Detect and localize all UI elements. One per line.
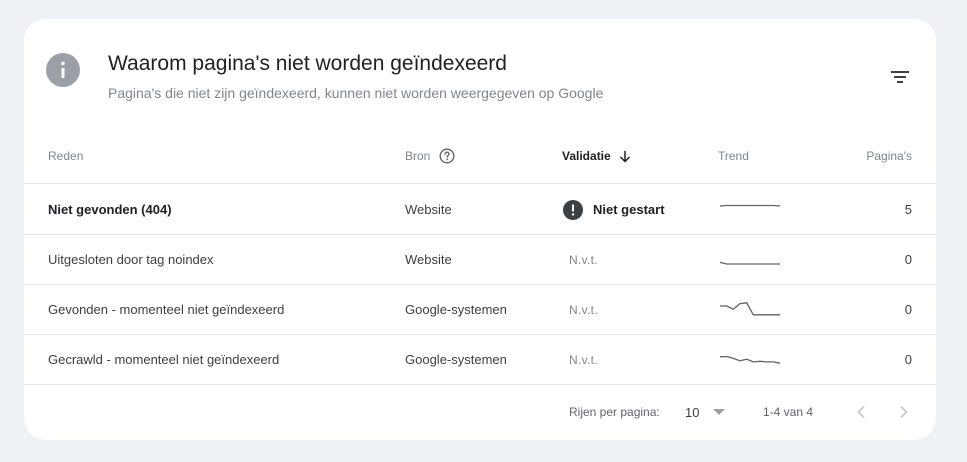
row-paginas: 0 [904,302,912,317]
row-reden: Niet gevonden (404) [48,202,172,217]
filter-button[interactable] [886,63,914,91]
table-row[interactable]: Gecrawld - momenteel niet geïndexeerd Go… [24,335,936,385]
column-header-paginas: Pagina's [866,149,912,163]
column-header-validatie-label: Validatie [562,149,611,163]
row-paginas: 0 [904,252,912,267]
row-bron: Website [405,202,452,217]
exclamation-icon [563,199,583,220]
row-paginas: 0 [904,352,912,367]
row-reden: Gevonden - momenteel niet geïndexeerd [48,302,285,317]
row-bron: Website [405,252,452,267]
column-header-bron-label: Bron [405,149,431,163]
table-row[interactable]: Gevonden - momenteel niet geïndexeerd Go… [24,285,936,335]
row-validatie-status: Niet gestart [563,185,665,234]
table-header: Reden Bron Validatie Trend Pagina's [24,137,936,184]
row-bron: Google-systemen [405,302,507,317]
column-header-reden: Reden [48,149,84,163]
arrow-down-icon [619,150,631,163]
trend-sparkline [718,235,782,284]
table-row[interactable]: Niet gevonden (404) Website Niet gestart… [24,185,936,235]
row-validatie: N.v.t. [569,252,598,267]
trend-sparkline [718,285,782,334]
rows-per-page-label: Rijen per pagina: [569,405,660,419]
previous-page-button[interactable] [849,400,873,424]
page-title: Waarom pagina's niet worden geïndexeerd [108,52,507,75]
trend-sparkline [718,185,782,234]
row-validatie: N.v.t. [569,352,598,367]
page-subtitle: Pagina's die niet zijn geïndexeerd, kunn… [108,85,604,101]
rows-per-page-value: 10 [685,404,700,420]
info-icon [46,53,80,87]
row-bron: Google-systemen [405,352,507,367]
row-paginas: 5 [904,202,912,217]
card: Waarom pagina's niet worden geïndexeerd … [24,19,936,440]
table-row[interactable]: Uitgesloten door tag noindex Website N.v… [24,235,936,285]
table-footer: Rijen per pagina: 10 1-4 van 4 [24,385,936,440]
caret-down-icon [713,409,726,415]
column-header-trend: Trend [718,149,749,163]
trend-sparkline [718,335,782,384]
column-header-bron: Bron [405,137,455,175]
row-validatie: Niet gestart [593,202,665,217]
chevron-left-icon [857,405,865,419]
row-validatie: N.v.t. [569,302,598,317]
rows-per-page-select[interactable]: 10 [685,399,726,425]
row-reden: Gecrawld - momenteel niet geïndexeerd [48,352,280,367]
help-icon[interactable] [439,148,455,164]
pagination-range: 1-4 van 4 [763,405,814,419]
chevron-right-icon [900,405,908,419]
next-page-button[interactable] [892,400,916,424]
column-header-validatie[interactable]: Validatie [562,137,631,175]
row-reden: Uitgesloten door tag noindex [48,252,214,267]
filter-icon [891,71,909,83]
